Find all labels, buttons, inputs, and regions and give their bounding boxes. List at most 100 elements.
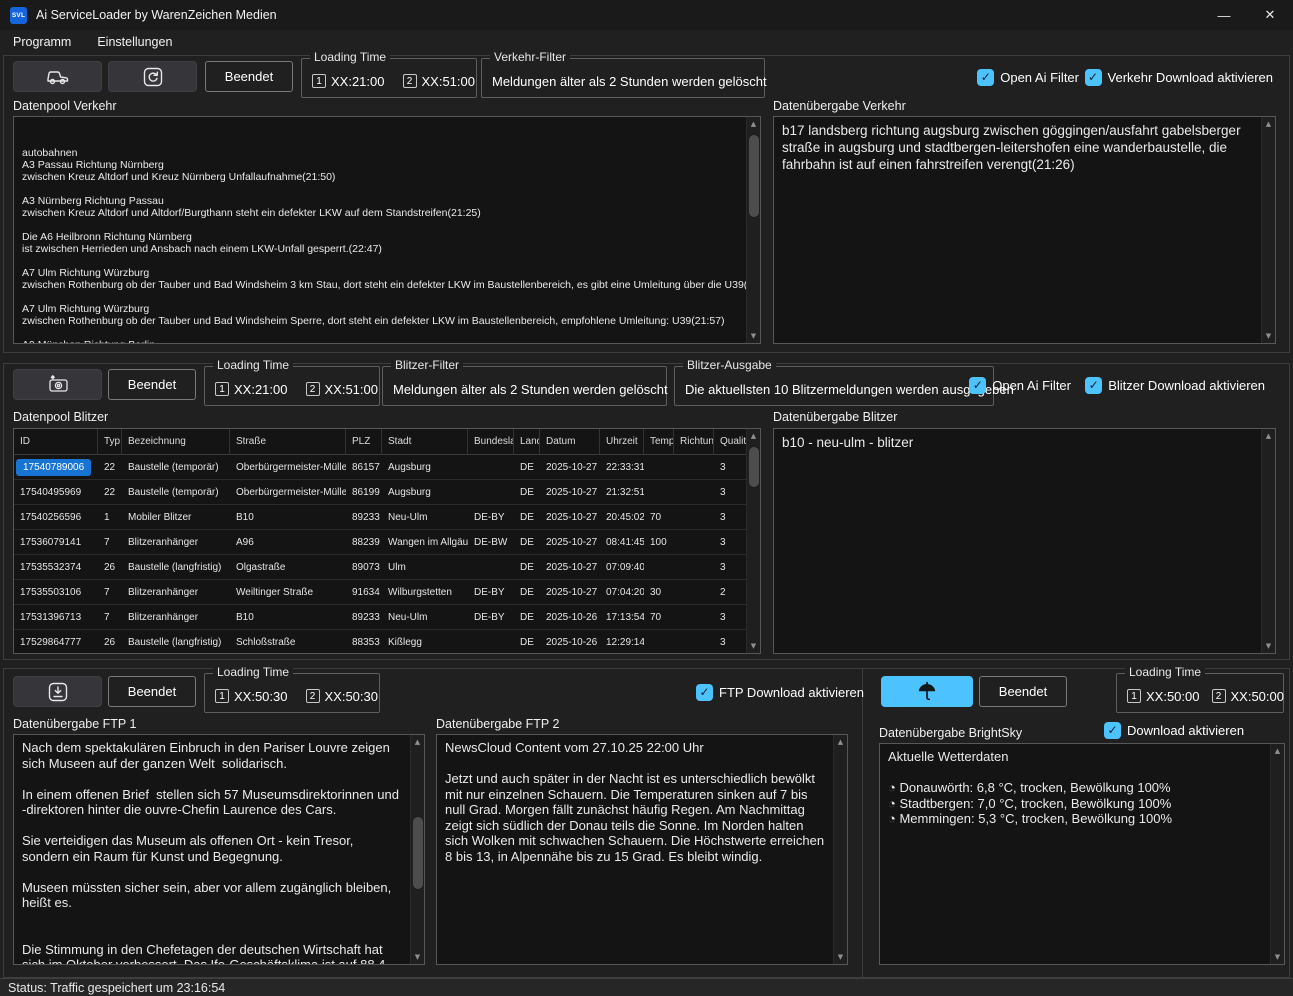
table-cell[interactable]: 3 bbox=[714, 487, 746, 498]
table-cell[interactable]: B10 bbox=[230, 512, 346, 523]
table-row[interactable]: 1753553237426Baustelle (langfristig)Olga… bbox=[14, 555, 746, 580]
table-cell[interactable]: A96 bbox=[230, 537, 346, 548]
table-cell[interactable]: 7 bbox=[98, 537, 122, 548]
table-cell[interactable]: 7 bbox=[98, 587, 122, 598]
scroll-down-icon[interactable]: ▼ bbox=[747, 329, 760, 343]
column-header[interactable]: Bezeichnung bbox=[122, 429, 230, 454]
table-cell[interactable]: 100 bbox=[644, 537, 674, 548]
table-row[interactable]: 175313967137BlitzeranhängerB1089233Neu-U… bbox=[14, 605, 746, 630]
table-cell[interactable]: 12:29:14 bbox=[600, 637, 644, 648]
scroll-thumb[interactable] bbox=[413, 817, 423, 889]
table-cell[interactable]: 91634 bbox=[346, 587, 382, 598]
blitzer-beendet-button[interactable]: Beendet bbox=[108, 369, 196, 400]
scroll-up-icon[interactable]: ▲ bbox=[834, 735, 847, 749]
column-header[interactable]: Datum bbox=[540, 429, 600, 454]
table-cell[interactable]: DE-BY bbox=[468, 587, 514, 598]
table-cell[interactable]: B10 bbox=[230, 612, 346, 623]
minimize-button[interactable]: — bbox=[1201, 0, 1247, 30]
traffic-refresh-button[interactable] bbox=[108, 61, 197, 92]
table-cell[interactable]: 2025-10-27 bbox=[540, 537, 600, 548]
table-cell[interactable]: 3 bbox=[714, 462, 746, 473]
table-cell[interactable]: Olgastraße bbox=[230, 562, 346, 573]
table-row[interactable]: 175360791417BlitzeranhängerA9688239Wange… bbox=[14, 530, 746, 555]
table-cell[interactable]: Augsburg bbox=[382, 487, 468, 498]
table-cell[interactable]: DE-BY bbox=[468, 512, 514, 523]
scrollbar[interactable]: ▲ ▼ bbox=[746, 429, 760, 653]
table-cell[interactable]: 86199 bbox=[346, 487, 382, 498]
table-cell[interactable]: 3 bbox=[714, 612, 746, 623]
scroll-up-icon[interactable]: ▲ bbox=[411, 735, 424, 749]
traffic-download-button[interactable] bbox=[13, 61, 102, 92]
table-cell[interactable]: 17540256596 bbox=[14, 512, 98, 523]
table-cell[interactable]: 22:33:31 bbox=[600, 462, 644, 473]
table-cell[interactable]: Neu-Ulm bbox=[382, 612, 468, 623]
table-cell[interactable]: Baustelle (langfristig) bbox=[122, 562, 230, 573]
table-cell[interactable]: 86157 bbox=[346, 462, 382, 473]
table-cell[interactable]: 2025-10-27 bbox=[540, 587, 600, 598]
scroll-down-icon[interactable]: ▼ bbox=[411, 950, 424, 964]
table-cell[interactable]: 17540495969 bbox=[14, 487, 98, 498]
table-cell[interactable]: DE bbox=[514, 512, 540, 523]
table-cell[interactable]: DE bbox=[514, 537, 540, 548]
table-cell[interactable]: 3 bbox=[714, 512, 746, 523]
blitzer-table[interactable]: IDTypBezeichnungStraßePLZStadtBundesland… bbox=[13, 428, 761, 654]
table-cell[interactable]: 2025-10-26 bbox=[540, 637, 600, 648]
table-cell[interactable]: 07:04:20 bbox=[600, 587, 644, 598]
table-cell[interactable]: 2 bbox=[714, 587, 746, 598]
scroll-thumb[interactable] bbox=[749, 135, 759, 217]
table-cell[interactable]: 2025-10-27 bbox=[540, 562, 600, 573]
table-cell[interactable]: Wilburgstetten bbox=[382, 587, 468, 598]
scrollbar[interactable]: ▲ ▼ bbox=[1270, 744, 1284, 964]
table-cell[interactable]: Weiltinger Straße bbox=[230, 587, 346, 598]
datenuebergabe-verkehr-textarea[interactable]: b17 landsberg richtung augsburg zwischen… bbox=[773, 116, 1276, 344]
verkehr-beendet-button[interactable]: Beendet bbox=[205, 61, 293, 92]
table-cell[interactable]: Ulm bbox=[382, 562, 468, 573]
table-cell[interactable]: 2025-10-27 bbox=[540, 487, 600, 498]
table-cell[interactable]: 08:41:45 bbox=[600, 537, 644, 548]
menu-einstellungen[interactable]: Einstellungen bbox=[97, 35, 172, 49]
scroll-up-icon[interactable]: ▲ bbox=[747, 429, 760, 443]
scrollbar[interactable]: ▲ ▼ bbox=[746, 117, 760, 343]
brightsky-download-aktivieren-checkbox[interactable]: ✓ Download aktivieren bbox=[1104, 722, 1244, 739]
table-cell[interactable]: DE bbox=[514, 487, 540, 498]
table-cell[interactable]: Baustelle (temporär) bbox=[122, 462, 230, 473]
table-row[interactable]: 175402565961Mobiler BlitzerB1089233Neu-U… bbox=[14, 505, 746, 530]
column-header[interactable]: Tempo bbox=[644, 429, 674, 454]
scroll-up-icon[interactable]: ▲ bbox=[1262, 117, 1275, 131]
table-cell[interactable]: 07:09:40 bbox=[600, 562, 644, 573]
scroll-down-icon[interactable]: ▼ bbox=[747, 639, 760, 653]
brightsky-beendet-button[interactable]: Beendet bbox=[979, 676, 1067, 707]
table-cell[interactable]: 88353 bbox=[346, 637, 382, 648]
table-cell[interactable]: 22 bbox=[98, 462, 122, 473]
verkehr-open-ai-filter-checkbox[interactable]: ✓ Open Ai Filter bbox=[977, 69, 1079, 86]
table-cell[interactable]: 70 bbox=[644, 512, 674, 523]
column-header[interactable]: Straße bbox=[230, 429, 346, 454]
table-cell[interactable]: Oberbürgermeister-Müller-Ring bbox=[230, 462, 346, 473]
menu-programm[interactable]: Programm bbox=[13, 35, 71, 49]
table-row[interactable]: 1752986477726Baustelle (langfristig)Schl… bbox=[14, 630, 746, 653]
datenuebergabe-ftp2-textarea[interactable]: NewsCloud Content vom 27.10.25 22:00 Uhr… bbox=[436, 734, 848, 965]
table-cell[interactable]: 7 bbox=[98, 612, 122, 623]
scrollbar[interactable]: ▲ ▼ bbox=[1261, 117, 1275, 343]
scroll-up-icon[interactable]: ▲ bbox=[1262, 429, 1275, 443]
table-row[interactable]: 175355031067BlitzeranhängerWeiltinger St… bbox=[14, 580, 746, 605]
table-cell[interactable]: 3 bbox=[714, 537, 746, 548]
table-cell[interactable]: 17540789006 bbox=[14, 459, 98, 476]
column-header[interactable]: Land bbox=[514, 429, 540, 454]
table-cell[interactable]: Schloßstraße bbox=[230, 637, 346, 648]
table-cell[interactable]: 17535503106 bbox=[14, 587, 98, 598]
table-cell[interactable]: DE bbox=[514, 612, 540, 623]
table-cell[interactable]: DE-BY bbox=[468, 612, 514, 623]
blitzer-download-button[interactable] bbox=[13, 369, 102, 400]
column-header[interactable]: Qualität bbox=[714, 429, 746, 454]
table-cell[interactable]: 2025-10-27 bbox=[540, 512, 600, 523]
table-cell[interactable]: 22 bbox=[98, 487, 122, 498]
scrollbar[interactable]: ▲ ▼ bbox=[410, 735, 424, 964]
ftp-download-button[interactable] bbox=[13, 676, 102, 707]
table-cell[interactable]: Neu-Ulm bbox=[382, 512, 468, 523]
table-cell[interactable]: 2025-10-26 bbox=[540, 612, 600, 623]
datenuebergabe-blitzer-textarea[interactable]: b10 - neu-ulm - blitzer ▲ ▼ bbox=[773, 428, 1276, 654]
table-cell[interactable]: Blitzeranhänger bbox=[122, 612, 230, 623]
column-header[interactable]: Uhrzeit bbox=[600, 429, 644, 454]
table-cell[interactable]: 26 bbox=[98, 637, 122, 648]
